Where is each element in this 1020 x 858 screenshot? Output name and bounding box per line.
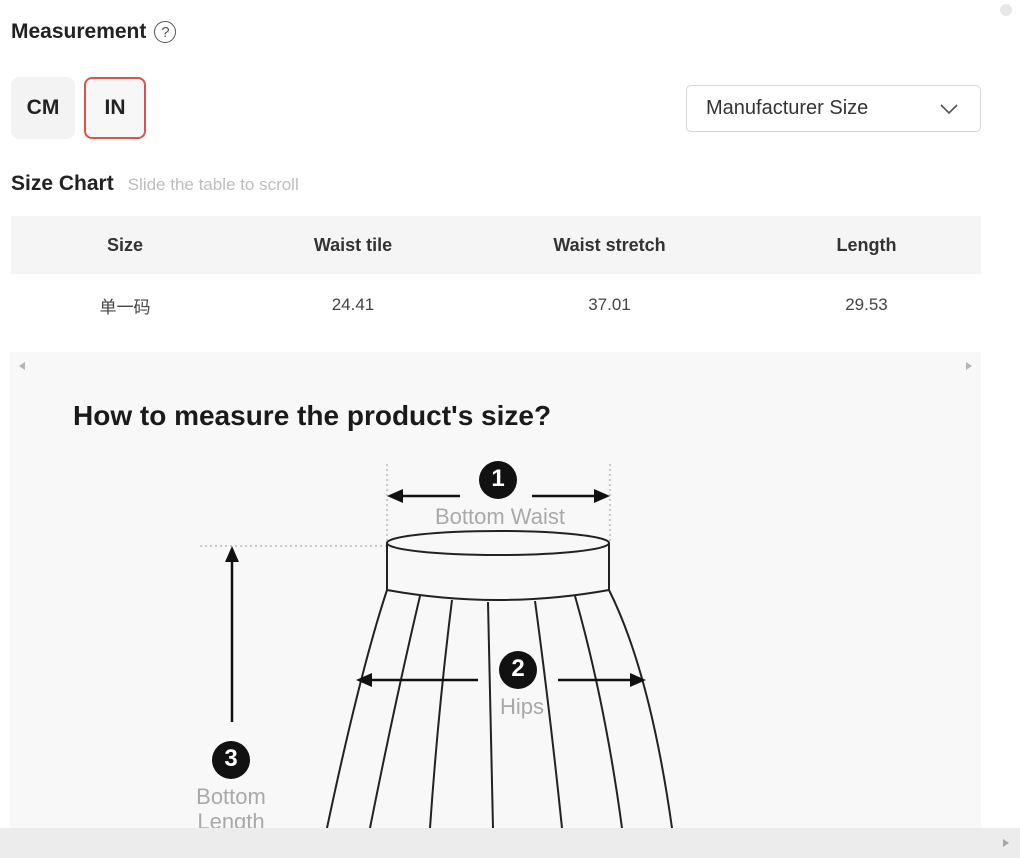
marker-3-label-line1: Bottom bbox=[196, 784, 266, 809]
size-type-value: Manufacturer Size bbox=[706, 97, 869, 119]
marker-1-label: Bottom Waist bbox=[435, 504, 565, 529]
marker-2-number: 2 bbox=[511, 655, 525, 682]
unit-cm-button[interactable]: CM bbox=[11, 77, 75, 139]
column-header-waist-tile: Waist tile bbox=[239, 216, 467, 274]
measurement-header: Measurement ? bbox=[11, 18, 177, 46]
scrollbar-right-arrow-icon[interactable] bbox=[1003, 839, 1009, 847]
cell-waist-stretch: 37.01 bbox=[588, 295, 631, 314]
table-row: 单一码 24.41 37.01 29.53 bbox=[11, 274, 981, 336]
horizontal-scrollbar[interactable] bbox=[0, 828, 1020, 858]
measurement-guide-scroll-area[interactable]: How to measure the product's size? 1 2 3… bbox=[10, 352, 981, 828]
skirt-measurement-diagram bbox=[200, 461, 673, 828]
cell-length: 29.53 bbox=[845, 295, 888, 314]
size-chart-table: Size Waist tile Waist stretch Length 单一码… bbox=[11, 216, 981, 336]
marker-3-number: 3 bbox=[224, 745, 238, 772]
table-header-row: Size Waist tile Waist stretch Length bbox=[11, 216, 981, 274]
marker-1-number: 1 bbox=[491, 465, 505, 492]
size-type-select[interactable]: Manufacturer Size bbox=[686, 85, 981, 132]
column-header-waist-stretch: Waist stretch bbox=[467, 216, 752, 274]
size-chart-header: Size Chart Slide the table to scroll bbox=[11, 172, 299, 200]
window-corner-dot bbox=[1000, 4, 1012, 16]
marker-2-label: Hips bbox=[499, 694, 544, 719]
scroll-hint: Slide the table to scroll bbox=[127, 175, 299, 194]
unit-in-button[interactable]: IN bbox=[84, 77, 146, 139]
marker-3-label-line2: Length bbox=[197, 809, 265, 828]
chevron-down-icon bbox=[940, 103, 958, 114]
column-header-length: Length bbox=[752, 216, 981, 274]
question-circle-icon[interactable]: ? bbox=[154, 21, 177, 43]
measurement-title: Measurement bbox=[11, 20, 147, 43]
column-header-size: Size bbox=[11, 216, 239, 274]
size-chart-title: Size Chart bbox=[11, 172, 114, 195]
cell-waist-tile: 24.41 bbox=[331, 295, 375, 314]
cell-size: 单一码 bbox=[99, 297, 151, 317]
